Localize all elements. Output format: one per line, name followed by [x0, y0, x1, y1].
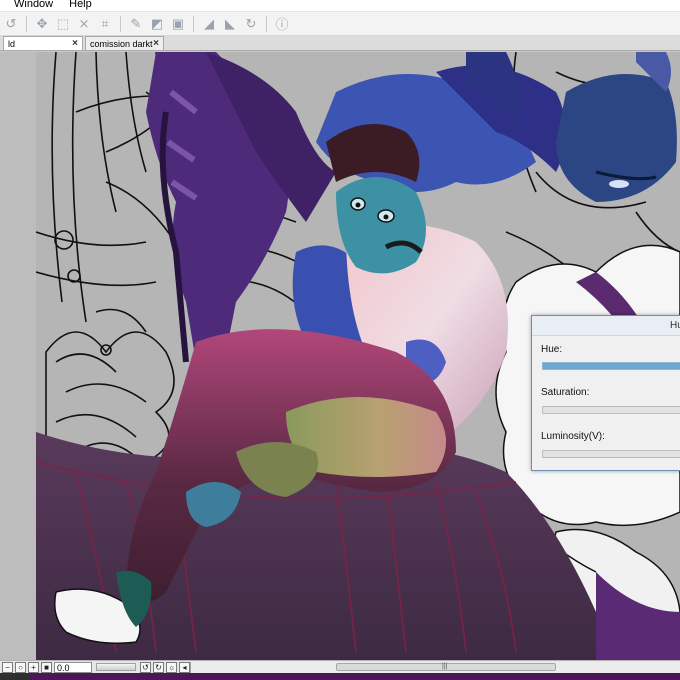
status-bar: − ○ + ■ 0.0 ↺ ↻ ☼ ◂ |||	[0, 660, 680, 673]
rotate-icon[interactable]: ↻	[242, 15, 260, 33]
luminosity-slider[interactable]	[542, 450, 680, 458]
taskbar-strip	[0, 673, 680, 680]
left-gutter	[0, 52, 36, 660]
menu-bar: Window Help	[0, 0, 680, 12]
zoom-slider[interactable]	[96, 663, 136, 671]
tab-ld[interactable]: ld ×	[3, 36, 83, 50]
rotate-left-icon[interactable]: ↺	[140, 661, 151, 673]
layer-icon[interactable]: ▣	[169, 15, 187, 33]
tab-label: ld	[8, 38, 16, 49]
actual-size-icon[interactable]: ■	[41, 661, 52, 673]
close-icon[interactable]: ×	[72, 37, 78, 50]
close-icon[interactable]: ×	[153, 37, 159, 50]
dialog-title: Hu	[670, 320, 680, 331]
toolbar: ↺ ✥ ⬚ ⨯ ⌗ ✎ ◩ ▣ ◢ ◣ ↻ ⓘ	[0, 12, 680, 36]
hue-saturation-dialog: Hu Hue: Saturation: Luminosity(V):	[531, 315, 680, 471]
toolbar-separator	[266, 15, 267, 32]
select-icon[interactable]: ⬚	[54, 15, 72, 33]
scrollbar-thumb[interactable]: |||	[336, 663, 556, 671]
tab-comission[interactable]: comission darkt ×	[85, 36, 164, 50]
zoom-input[interactable]: 0.0	[54, 661, 92, 673]
flip-h-icon[interactable]: ◢	[200, 15, 218, 33]
help-icon[interactable]: ⓘ	[273, 15, 291, 33]
tab-label: comission darkt	[90, 38, 153, 49]
saturation-slider[interactable]	[542, 406, 680, 414]
rotate-right-icon[interactable]: ↻	[153, 661, 164, 673]
zoom-in-icon[interactable]: +	[28, 661, 39, 673]
undo-icon[interactable]: ↺	[2, 15, 20, 33]
hue-label: Hue:	[541, 344, 563, 355]
toolbar-separator	[120, 15, 121, 32]
paint-app-window: Window Help ↺ ✥ ⬚ ⨯ ⌗ ✎ ◩ ▣ ◢ ◣ ↻ ⓘ ld ×…	[0, 0, 680, 680]
pen-icon[interactable]: ✎	[127, 15, 145, 33]
luminosity-label: Luminosity(V):	[541, 431, 605, 442]
deselect-icon[interactable]: ⨯	[75, 15, 93, 33]
scrollbar-grip: |||	[442, 663, 448, 670]
reset-rotation-icon[interactable]: ☼	[166, 661, 177, 673]
crop-icon[interactable]: ⌗	[96, 15, 114, 33]
toolbar-separator	[26, 15, 27, 32]
zoom-fit-icon[interactable]: ○	[15, 661, 26, 673]
dialog-titlebar[interactable]: Hu	[532, 316, 680, 336]
toolbar-separator	[193, 15, 194, 32]
menu-window[interactable]: Window	[0, 0, 61, 10]
document-tab-bar: ld × comission darkt ×	[0, 36, 680, 51]
fill-icon[interactable]: ◩	[148, 15, 166, 33]
hue-slider-fill	[543, 363, 680, 369]
saturation-label: Saturation:	[541, 387, 590, 398]
scroll-left-icon[interactable]: ◂	[179, 661, 190, 673]
zoom-out-icon[interactable]: −	[2, 661, 13, 673]
transform-icon[interactable]: ✥	[33, 15, 51, 33]
taskbar-start	[0, 673, 30, 680]
menu-help[interactable]: Help	[61, 0, 100, 10]
hue-slider[interactable]	[542, 362, 680, 370]
flip-v-icon[interactable]: ◣	[221, 15, 239, 33]
horizontal-scrollbar[interactable]: |||	[190, 662, 680, 673]
